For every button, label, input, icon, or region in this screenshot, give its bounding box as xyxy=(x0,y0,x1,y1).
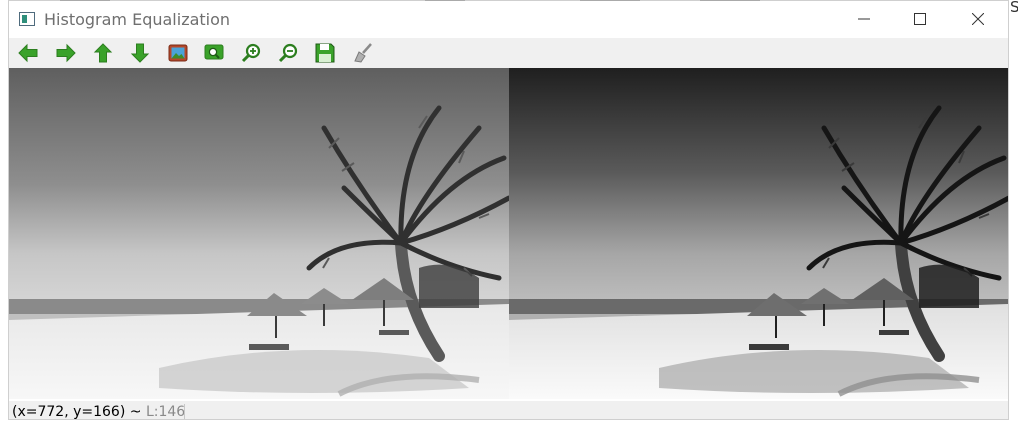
background-line xyxy=(700,0,760,1)
pixel-coordinates: (x=772, y=166) ~ xyxy=(12,404,146,420)
close-button[interactable] xyxy=(955,1,1001,38)
arrow-up-icon xyxy=(93,43,113,63)
prev-button[interactable] xyxy=(16,41,40,65)
status-bar: (x=772, y=166) ~ L:146 xyxy=(9,401,1008,420)
minimize-icon xyxy=(858,18,870,20)
background-line xyxy=(60,0,110,1)
background-text: S xyxy=(1010,0,1018,16)
original-image[interactable] xyxy=(9,68,509,399)
zoom-in-button[interactable] xyxy=(239,41,263,65)
status-divider xyxy=(184,404,185,419)
background-line xyxy=(580,0,640,1)
app-icon xyxy=(19,12,35,26)
status-readout: (x=772, y=166) ~ L:146 xyxy=(12,404,186,420)
arrow-down-icon xyxy=(130,43,150,63)
minimize-button[interactable] xyxy=(841,1,887,38)
image-button[interactable] xyxy=(166,41,190,65)
equalized-image[interactable] xyxy=(509,68,1008,399)
title-bar[interactable]: Histogram Equalization xyxy=(9,1,1008,38)
arrow-left-icon xyxy=(18,43,38,63)
clear-button[interactable] xyxy=(351,41,375,65)
zoom-out-button[interactable] xyxy=(276,41,300,65)
fit-button[interactable] xyxy=(202,41,226,65)
pixel-intensity: L:146 xyxy=(145,404,186,420)
app-window: Histogram Equalization (x=772, y=166) ~ … xyxy=(8,0,1009,420)
window-title: Histogram Equalization xyxy=(44,10,231,29)
clear-brush-icon xyxy=(354,43,372,63)
maximize-button[interactable] xyxy=(897,1,943,38)
save-icon xyxy=(315,43,335,63)
zoom-fit-icon xyxy=(204,44,224,60)
save-button[interactable] xyxy=(313,41,337,65)
maximize-icon xyxy=(914,13,926,25)
toolbar xyxy=(9,38,1008,68)
image-icon xyxy=(168,44,188,62)
up-button[interactable] xyxy=(91,41,115,65)
zoom-in-icon xyxy=(241,43,261,63)
arrow-right-icon xyxy=(56,43,76,63)
image-viewport[interactable] xyxy=(9,68,1008,401)
next-button[interactable] xyxy=(54,41,78,65)
down-button[interactable] xyxy=(128,41,152,65)
close-icon xyxy=(972,13,984,25)
background-line xyxy=(425,0,465,1)
zoom-out-icon xyxy=(278,43,298,63)
